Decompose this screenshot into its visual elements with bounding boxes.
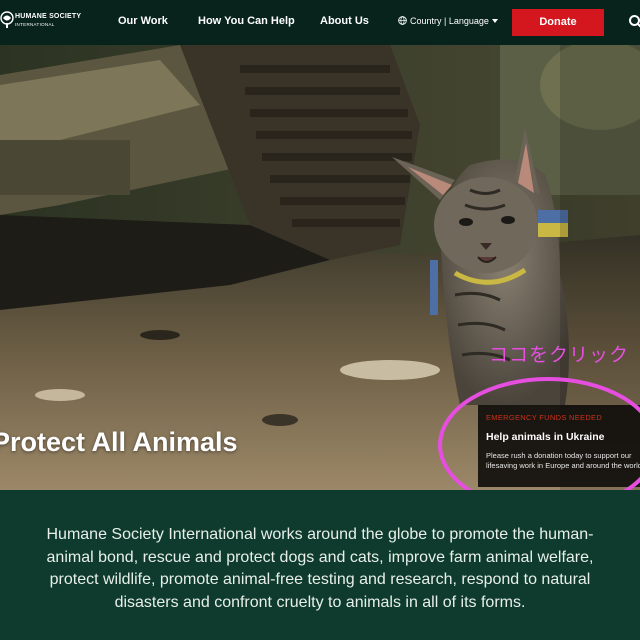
nav-our-work[interactable]: Our Work <box>118 15 168 27</box>
country-language-selector[interactable]: Country | Language <box>398 16 498 26</box>
mission-statement: Humane Society International works aroun… <box>46 526 594 611</box>
ukraine-appeal-card[interactable]: EMERGENCY FUNDS NEEDED Help animals in U… <box>478 405 640 487</box>
donate-button[interactable]: Donate <box>512 9 604 36</box>
hero-title: Protect All Animals <box>0 427 238 457</box>
hero-banner: Protect All Animals ココをクリック EMERGENCY FU… <box>0 45 640 490</box>
country-language-label: Country | Language <box>410 16 489 26</box>
card-title: Help animals in Ukraine <box>486 431 605 443</box>
nav-about-us[interactable]: About Us <box>320 15 369 27</box>
hsi-logo[interactable]: HUMANE SOCIETY INTERNATIONAL <box>0 7 90 37</box>
logo-text-secondary: INTERNATIONAL <box>15 22 55 27</box>
caret-down-icon <box>491 19 498 23</box>
annotation-click-here: ココをクリック <box>489 345 630 366</box>
site-header: HUMANE SOCIETY INTERNATIONAL Our Work Ho… <box>0 0 640 45</box>
logo-mark-icon <box>0 11 14 28</box>
card-body: Please rush a donation today to support … <box>486 451 640 470</box>
card-eyebrow: EMERGENCY FUNDS NEEDED <box>486 413 603 422</box>
nav-how-you-can-help[interactable]: How You Can Help <box>198 15 295 27</box>
logo-text-primary: HUMANE SOCIETY <box>15 13 82 20</box>
globe-icon <box>398 16 407 25</box>
search-icon[interactable] <box>628 14 640 30</box>
